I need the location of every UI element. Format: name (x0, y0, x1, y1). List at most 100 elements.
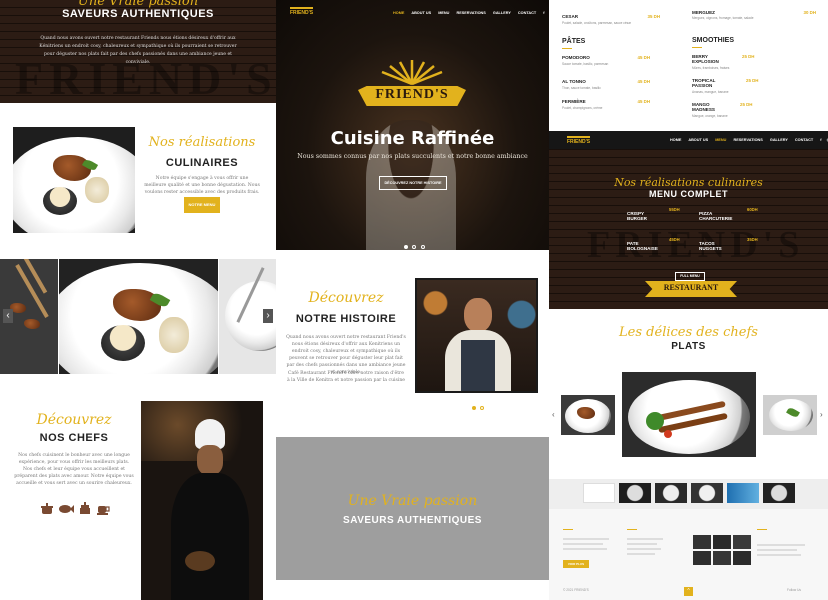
nav-gallery[interactable]: GALLERY (493, 11, 511, 15)
insta-thumb[interactable] (713, 535, 731, 549)
chefs-section: Découvrez NOS CHEFS Nos chefs cuisinent … (0, 374, 276, 600)
section-title: SAVEURS AUTHENTIQUES (62, 8, 214, 20)
menu-item: MANGO MADNESS 25 DH Mangue, orange, bana… (692, 102, 816, 122)
histoire-dot-2[interactable] (480, 406, 485, 410)
hero-dot-1[interactable] (404, 245, 408, 249)
menu-complet-section: FRIEND'S Nos réalisations culinaires MEN… (549, 149, 828, 309)
slider-prev-button[interactable]: ‹ (3, 309, 13, 323)
plats-next-button[interactable]: › (820, 410, 823, 419)
footer-copyright: © 2021 FRIEND'S (563, 588, 589, 592)
footer-col-2 (627, 529, 677, 555)
full-menu-button[interactable]: Full Menu (675, 272, 705, 281)
menu-item: AL TONNO 45 DH Thon, sauce tomate, basil… (562, 79, 674, 99)
item-desc: Thon, sauce tomate, basilic (562, 86, 601, 90)
gallery-thumb[interactable] (619, 483, 651, 503)
hero-cta-button[interactable]: Découvrez notre histoire (379, 176, 447, 190)
item-price: 60DH (747, 207, 758, 212)
section-text: Notre équipe s'engage à vous offrir une … (144, 176, 260, 195)
section-script: Une Vraie passion (347, 493, 478, 509)
menu-item: POMODORO 45 DH Sauce tomate, basilic, pa… (562, 55, 674, 79)
navbar: FRIEND'S HOME ABOUT US MENU RESERVATIONS… (276, 0, 549, 24)
pot-icon (41, 503, 53, 514)
item-price: 25 DH (740, 102, 753, 107)
food-photo (13, 127, 135, 233)
nav-about[interactable]: ABOUT US (688, 138, 708, 142)
histoire-dot-1[interactable] (472, 406, 476, 410)
nav-contact[interactable]: CONTACT (795, 138, 813, 142)
insta-thumb[interactable] (713, 551, 731, 565)
item-price: 55DH (669, 207, 680, 212)
menu-list-section: CESAR 35 DH Poulet, salade, croûtons, pa… (549, 0, 828, 131)
sun-rays-icon (381, 60, 443, 86)
section-script: Les délices des chefs (619, 325, 758, 340)
nav-menu: HOME ABOUT US MENU RESERVATIONS GALLERY … (670, 137, 828, 142)
item-name: CESAR (562, 14, 579, 19)
item-price: 30 DH (803, 10, 816, 15)
section-script: Nos réalisations (148, 135, 256, 150)
column-right: CESAR 35 DH Poulet, salade, croûtons, pa… (549, 0, 828, 600)
item-price: 35 DH (647, 14, 660, 19)
scroll-top-button[interactable]: ^ (684, 587, 693, 596)
nav-reservations[interactable]: RESERVATIONS (733, 138, 762, 142)
insta-thumb[interactable] (693, 535, 711, 549)
hero-title: Cuisine Raffinée (330, 128, 495, 149)
insta-thumb[interactable] (693, 551, 711, 565)
nav-contact[interactable]: CONTACT (518, 11, 536, 15)
gallery-thumb[interactable] (583, 483, 615, 503)
section-script: Nos réalisations culinaires (614, 176, 763, 189)
nav-home[interactable]: HOME (393, 11, 404, 15)
nav-logo[interactable]: FRIEND'S (567, 136, 591, 145)
hero-dot-3[interactable] (420, 245, 425, 249)
food-slider: ‹ › (0, 259, 276, 374)
item-price: 45DH (669, 237, 680, 242)
footer-instagram-grid (693, 535, 753, 569)
section-title: NOTRE HISTOIRE (295, 313, 397, 325)
section-title: CULINAIRES (165, 157, 239, 169)
item-price: 45 DH (637, 55, 650, 60)
nav-menu-link[interactable]: MENU (715, 138, 726, 142)
section-heading: PÂTES (562, 38, 586, 45)
section-title: MENU COMPLET (649, 189, 728, 199)
item-desc: Poulet, salade, croûtons, parmesan, sauc… (562, 21, 632, 25)
insta-thumb[interactable] (733, 535, 751, 549)
item-desc: Poulet, champignons, crème (562, 106, 603, 110)
notre-menu-button[interactable]: Notre menu (184, 197, 220, 213)
footer-col-1: Voir plus (563, 529, 613, 570)
hero-section: FRIEND'S HOME ABOUT US MENU RESERVATIONS… (276, 0, 549, 250)
facebook-icon[interactable]: f (820, 138, 821, 142)
slider-next-button[interactable]: › (263, 309, 273, 323)
histoire-section: Découvrez NOTRE HISTOIRE Quand nous avon… (276, 250, 549, 437)
nav-logo[interactable]: FRIEND'S (290, 7, 314, 16)
hero-subtitle: Nous sommes connus par nos plats succule… (297, 153, 528, 160)
section-text-2: Café Restaurant Friend's offre notre rai… (286, 371, 406, 383)
hero-dot-2[interactable] (412, 245, 417, 249)
owner-photo (415, 278, 538, 393)
insta-thumb[interactable] (733, 551, 751, 565)
nav-menu-link[interactable]: MENU (438, 11, 449, 15)
item-name: TROPICAL PASSION (692, 78, 716, 89)
item-desc: Ananas, mangue, banane (692, 90, 729, 94)
gallery-thumb[interactable] (727, 483, 759, 503)
menu-item: BERRY EXPLOSION 25 DH Mûres, framboises,… (692, 54, 816, 78)
item-name: MERGUEZ (692, 10, 715, 15)
gallery-thumb[interactable] (691, 483, 723, 503)
menu-item: TROPICAL PASSION 25 DH Ananas, mangue, b… (692, 78, 816, 102)
restaurant-banner-text: RESTAURANT (663, 283, 719, 292)
section-script: Découvrez (308, 290, 384, 306)
nav-gallery[interactable]: GALLERY (770, 138, 788, 142)
nav-about[interactable]: ABOUT US (411, 11, 431, 15)
item-price: 25 DH (742, 54, 755, 59)
plats-prev-button[interactable]: ‹ (552, 410, 555, 419)
item-name: TACOS NUGGETS (699, 240, 722, 251)
item-name: BERRY EXPLOSION (692, 54, 719, 65)
nav-reservations[interactable]: RESERVATIONS (456, 11, 485, 15)
item-desc: Sauce tomate, basilic, parmesan (562, 62, 609, 66)
gallery-thumb[interactable] (763, 483, 795, 503)
section-heading: SMOOTHIES (692, 37, 735, 44)
highlight-item: PATE BOLOGNAISE 45DH (627, 237, 687, 255)
facebook-icon[interactable]: f (543, 11, 544, 15)
nav-home[interactable]: HOME (670, 138, 681, 142)
nav-menu: HOME ABOUT US MENU RESERVATIONS GALLERY … (393, 10, 549, 15)
gallery-thumb[interactable] (655, 483, 687, 503)
footer-button[interactable]: Voir plus (563, 560, 589, 568)
